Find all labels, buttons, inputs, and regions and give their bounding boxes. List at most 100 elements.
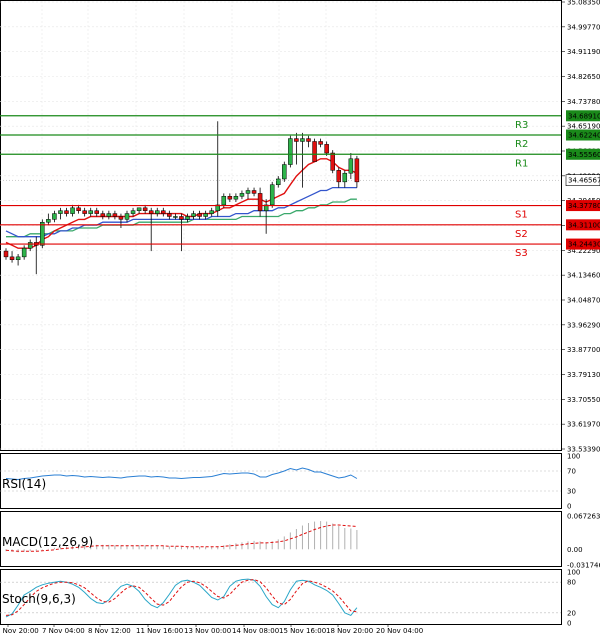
time-axis-label: 18 Nov 20:00 [326,627,373,635]
candle-body [300,138,305,142]
level-name-r1: R1 [515,158,528,169]
candle-body [191,213,196,217]
trading-chart: 35.08350 34.99770 34.91190 34.82650 34.73780… [0,0,600,638]
candle-body [27,242,33,249]
candle-body [15,256,21,260]
time-axis-label: 14 Nov 08:00 [232,627,279,635]
price-tick-label: 34.73780 [567,98,600,106]
candle-body [70,207,75,214]
candle-body [288,138,293,165]
price-tick-label: 34.99770 [567,23,600,31]
current-price-label: 34.46567 [568,177,600,185]
macd-tick-label: 0.067263 [567,513,600,521]
price-tick-label: 33.87700 [567,346,600,354]
candle-body [251,190,257,194]
level-name-s3: S3 [515,248,528,259]
candle-body [306,138,311,142]
candle-body [209,210,214,214]
candle-body [82,210,87,214]
candle-body [342,172,348,183]
time-axis-label: 8 Nov 12:00 [88,627,131,635]
candle-body [239,193,245,197]
price-tick-label: 33.61970 [567,421,600,429]
price-tick-label: 34.91190 [567,48,600,56]
candle-body [130,210,136,214]
candle-body [118,216,124,220]
candle-body [197,213,202,217]
candle-body [330,152,335,171]
price-tick-label: 34.65190 [567,123,600,131]
candle-body [64,210,69,214]
stoch-title: Stoch(9,6,3) [2,592,76,606]
candle-body [221,196,227,206]
time-axis-label: 11 Nov 16:00 [136,627,183,635]
candle-body [257,193,263,211]
candle-body [142,207,148,211]
candle-body [276,178,281,185]
price-tick-label: 35.08350 [567,0,600,7]
rsi-tick-label: 100 [567,453,580,461]
level-name-r3: R3 [515,120,528,131]
macd-title: MACD(12,26,9) [2,535,93,549]
time-axis-label: 20 Nov 04:00 [376,627,423,635]
candle-body [100,213,106,217]
candle-body [282,164,287,180]
macd-tick-label: 0.00 [567,546,583,554]
candle-body [148,210,154,214]
candle-body [318,141,323,145]
candle-body [269,184,275,206]
candle-body [58,210,63,214]
candle-body [52,213,57,220]
candle-body [336,170,341,183]
candle-body [155,210,160,214]
candle-body [167,213,172,217]
level-value-r2: 34.62240 [568,132,600,140]
candle-body [185,216,190,220]
time-axis-label: 13 Nov 00:00 [184,627,231,635]
level-name-r2: R2 [515,139,528,150]
candle-body [88,210,93,214]
time-axis-label: 15 Nov 16:00 [279,627,326,635]
level-value-r3: 34.68910 [568,112,600,120]
chart-canvas: 35.08350 34.99770 34.91190 34.82650 34.73780… [0,0,600,635]
rsi-tick-label: 0 [567,503,571,511]
candle-body [40,221,45,246]
stoch-tick-label: 0 [567,620,571,628]
candle-body [46,219,51,223]
stoch-tick-label: 20 [567,609,576,617]
candle-body [9,256,15,260]
time-axis-label: 7 Nov 04:00 [42,627,85,635]
candle-body [124,213,130,220]
price-tick-label: 33.96290 [567,321,600,329]
candle-body [294,138,299,142]
candle-body [324,144,329,154]
candle-body [348,158,354,174]
candle-body [76,207,81,211]
stoch-pane [0,569,562,625]
level-name-s1: S1 [515,210,528,221]
candle-body [173,216,178,218]
candle-body [94,210,99,214]
candle-body [312,141,317,162]
price-tick-label: 34.82650 [567,73,600,81]
rsi-title: RSI(14) [2,477,46,491]
level-value-s2: 34.31100 [568,221,600,229]
candle-body [106,213,112,217]
rsi-tick-label: 70 [567,468,576,476]
candle-body [161,210,166,214]
rsi-tick-label: 30 [567,488,576,496]
candle-body [136,207,142,211]
candle-body [227,196,233,200]
price-tick-label: 33.79130 [567,371,600,379]
candle-body [112,213,118,217]
candle-body [233,196,239,200]
level-value-r1: 34.55560 [568,151,600,159]
candle-body [245,190,251,194]
candle-body [3,250,9,258]
level-value-s3: 34.24430 [568,241,600,249]
stoch-tick-label: 80 [567,579,576,587]
stoch-tick-label: 100 [567,569,580,577]
rsi-pane [0,453,562,509]
candle-body [179,216,184,220]
candle-body [21,247,27,258]
